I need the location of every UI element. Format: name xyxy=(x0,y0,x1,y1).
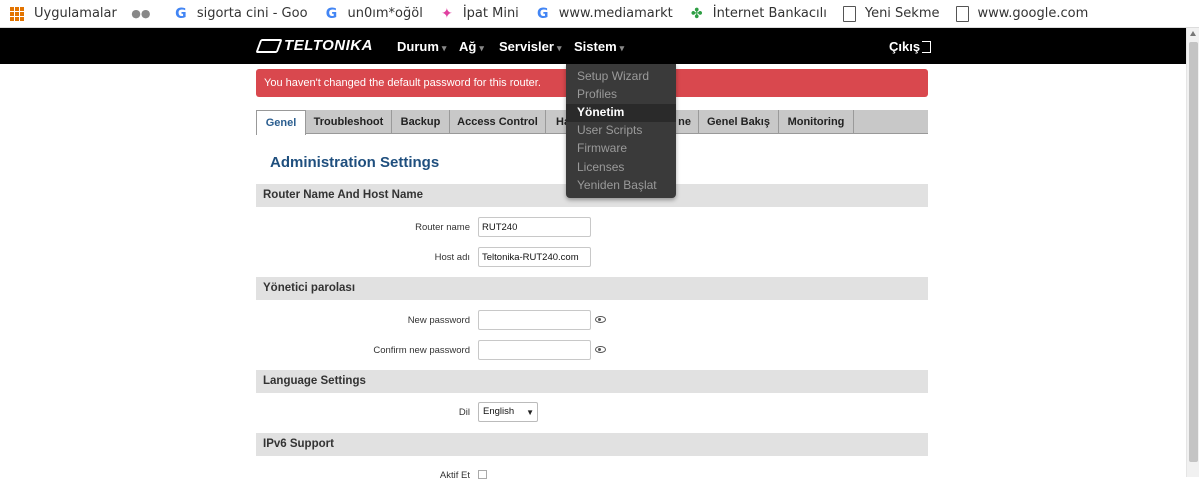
top-navbar: TELTONIKA Durum ▾ Ağ ▾ Servisler ▾ Sistem ▾ … xyxy=(0,28,1186,64)
tab-backup[interactable]: Backup xyxy=(392,110,450,134)
pinwheel-icon: ✦ xyxy=(440,5,453,22)
chevron-down-icon: ▾ xyxy=(441,43,447,53)
host-name-label: Host adı xyxy=(434,252,470,263)
tab-monitoring[interactable]: Monitoring xyxy=(779,110,854,134)
router-name-label: Router name xyxy=(415,222,470,233)
page-icon xyxy=(955,5,969,22)
router-name-input[interactable] xyxy=(478,217,591,237)
bookmarks-bar: Uygulamalar ●● G sigorta cini - Goo G un… xyxy=(0,0,1199,28)
bookmark-label: Yeni Sekme xyxy=(864,6,940,21)
ipv6-enable-checkbox[interactable] xyxy=(478,470,487,479)
menu-item-licenses[interactable]: Licenses xyxy=(577,160,624,174)
clover-icon: ✤ xyxy=(690,5,703,22)
dropdown-arrow-icon: ▼ xyxy=(526,408,534,417)
section-ipv6: IPv6 Support xyxy=(256,433,928,456)
language-selected-value: English xyxy=(483,406,515,417)
menu-item-firmware[interactable]: Firmware xyxy=(577,141,627,155)
incognito-icon: ●● xyxy=(131,7,151,20)
language-select[interactable]: English ▼ xyxy=(478,402,538,422)
host-name-input[interactable] xyxy=(478,247,591,267)
section-admin-password: Yönetici parolası xyxy=(256,277,928,300)
section-language: Language Settings xyxy=(256,370,928,393)
tab-genel[interactable]: Genel xyxy=(256,110,306,135)
bookmark-mediamarkt[interactable]: G www.mediamarkt xyxy=(535,6,673,22)
nav-label: Ağ xyxy=(459,39,477,54)
bookmark-label: İpat Mini xyxy=(462,6,519,21)
bookmark-incognito[interactable]: ●● xyxy=(131,6,157,22)
new-password-input[interactable] xyxy=(478,310,591,330)
bookmark-label: sigorta cini - Goo xyxy=(196,6,308,21)
bookmark-internet-bankaciligi[interactable]: ✤ İnternet Bankacılı xyxy=(689,6,827,22)
menu-item-user-scripts[interactable]: User Scripts xyxy=(577,123,642,137)
show-password-eye-icon[interactable] xyxy=(595,316,606,323)
chevron-down-icon: ▾ xyxy=(556,43,562,53)
page-icon xyxy=(842,5,856,22)
google-g-icon: G xyxy=(325,5,338,22)
sistem-dropdown-menu: Setup Wizard Profiles Yönetim User Scrip… xyxy=(566,64,676,198)
confirm-password-input[interactable] xyxy=(478,340,591,360)
chevron-down-icon: ▾ xyxy=(619,43,625,53)
menu-item-profiles[interactable]: Profiles xyxy=(577,87,617,101)
bookmark-label: un0ım*oğöl xyxy=(347,6,423,21)
show-confirm-password-eye-icon[interactable] xyxy=(595,346,606,353)
logout-button[interactable]: Çıkış xyxy=(889,39,932,54)
nav-label: Sistem xyxy=(574,39,617,54)
nav-label: Durum xyxy=(397,39,439,54)
scroll-up-icon[interactable] xyxy=(1190,31,1196,36)
bookmark-unoim[interactable]: G un0ım*oğöl xyxy=(324,6,423,22)
scroll-thumb[interactable] xyxy=(1189,42,1198,462)
menu-item-yeniden-baslat[interactable]: Yeniden Başlat xyxy=(577,178,657,192)
bookmark-label: www.mediamarkt xyxy=(558,6,673,21)
language-label: Dil xyxy=(458,407,470,418)
bookmark-apps[interactable]: Uygulamalar xyxy=(10,6,117,21)
confirm-password-label: Confirm new password xyxy=(373,345,470,356)
bookmark-google[interactable]: www.google.com xyxy=(955,5,1089,22)
logout-label: Çıkış xyxy=(889,39,921,54)
menu-item-setup-wizard[interactable]: Setup Wizard xyxy=(577,69,649,83)
menu-item-yonetim[interactable]: Yönetim xyxy=(577,105,624,119)
tab-genel-bakis[interactable]: Genel Bakış xyxy=(699,110,779,134)
nav-ag[interactable]: Ağ ▾ xyxy=(459,39,484,54)
chevron-down-icon: ▾ xyxy=(479,43,484,53)
new-password-label: New password xyxy=(407,315,470,326)
page-scrollbar[interactable] xyxy=(1186,28,1199,477)
tab-troubleshoot[interactable]: Troubleshoot xyxy=(306,110,392,134)
teltonika-logo-icon xyxy=(255,38,283,53)
apps-grid-icon xyxy=(10,6,24,21)
nav-label: Servisler xyxy=(499,39,554,54)
bookmark-label: İnternet Bankacılı xyxy=(712,6,827,21)
bookmark-ipat[interactable]: ✦ İpat Mini xyxy=(439,6,519,22)
tab-access-control[interactable]: Access Control xyxy=(450,110,546,134)
nav-durum[interactable]: Durum ▾ xyxy=(397,39,446,54)
page-title: Administration Settings xyxy=(270,154,440,171)
teltonika-logo[interactable]: TELTONIKA xyxy=(255,37,373,54)
bookmark-yeni-sekme[interactable]: Yeni Sekme xyxy=(842,5,940,22)
bookmark-label: www.google.com xyxy=(977,6,1089,21)
logo-text: TELTONIKA xyxy=(284,37,373,54)
nav-sistem[interactable]: Sistem ▾ xyxy=(574,39,624,54)
bookmark-sigorta[interactable]: G sigorta cini - Goo xyxy=(173,5,308,22)
google-g-icon: G xyxy=(175,5,187,22)
bookmark-label: Uygulamalar xyxy=(34,6,117,21)
ipv6-enable-label: Aktif Et xyxy=(439,470,470,481)
nav-servisler[interactable]: Servisler ▾ xyxy=(499,39,561,54)
logout-icon xyxy=(922,40,932,53)
google-g-icon: G xyxy=(537,5,549,22)
